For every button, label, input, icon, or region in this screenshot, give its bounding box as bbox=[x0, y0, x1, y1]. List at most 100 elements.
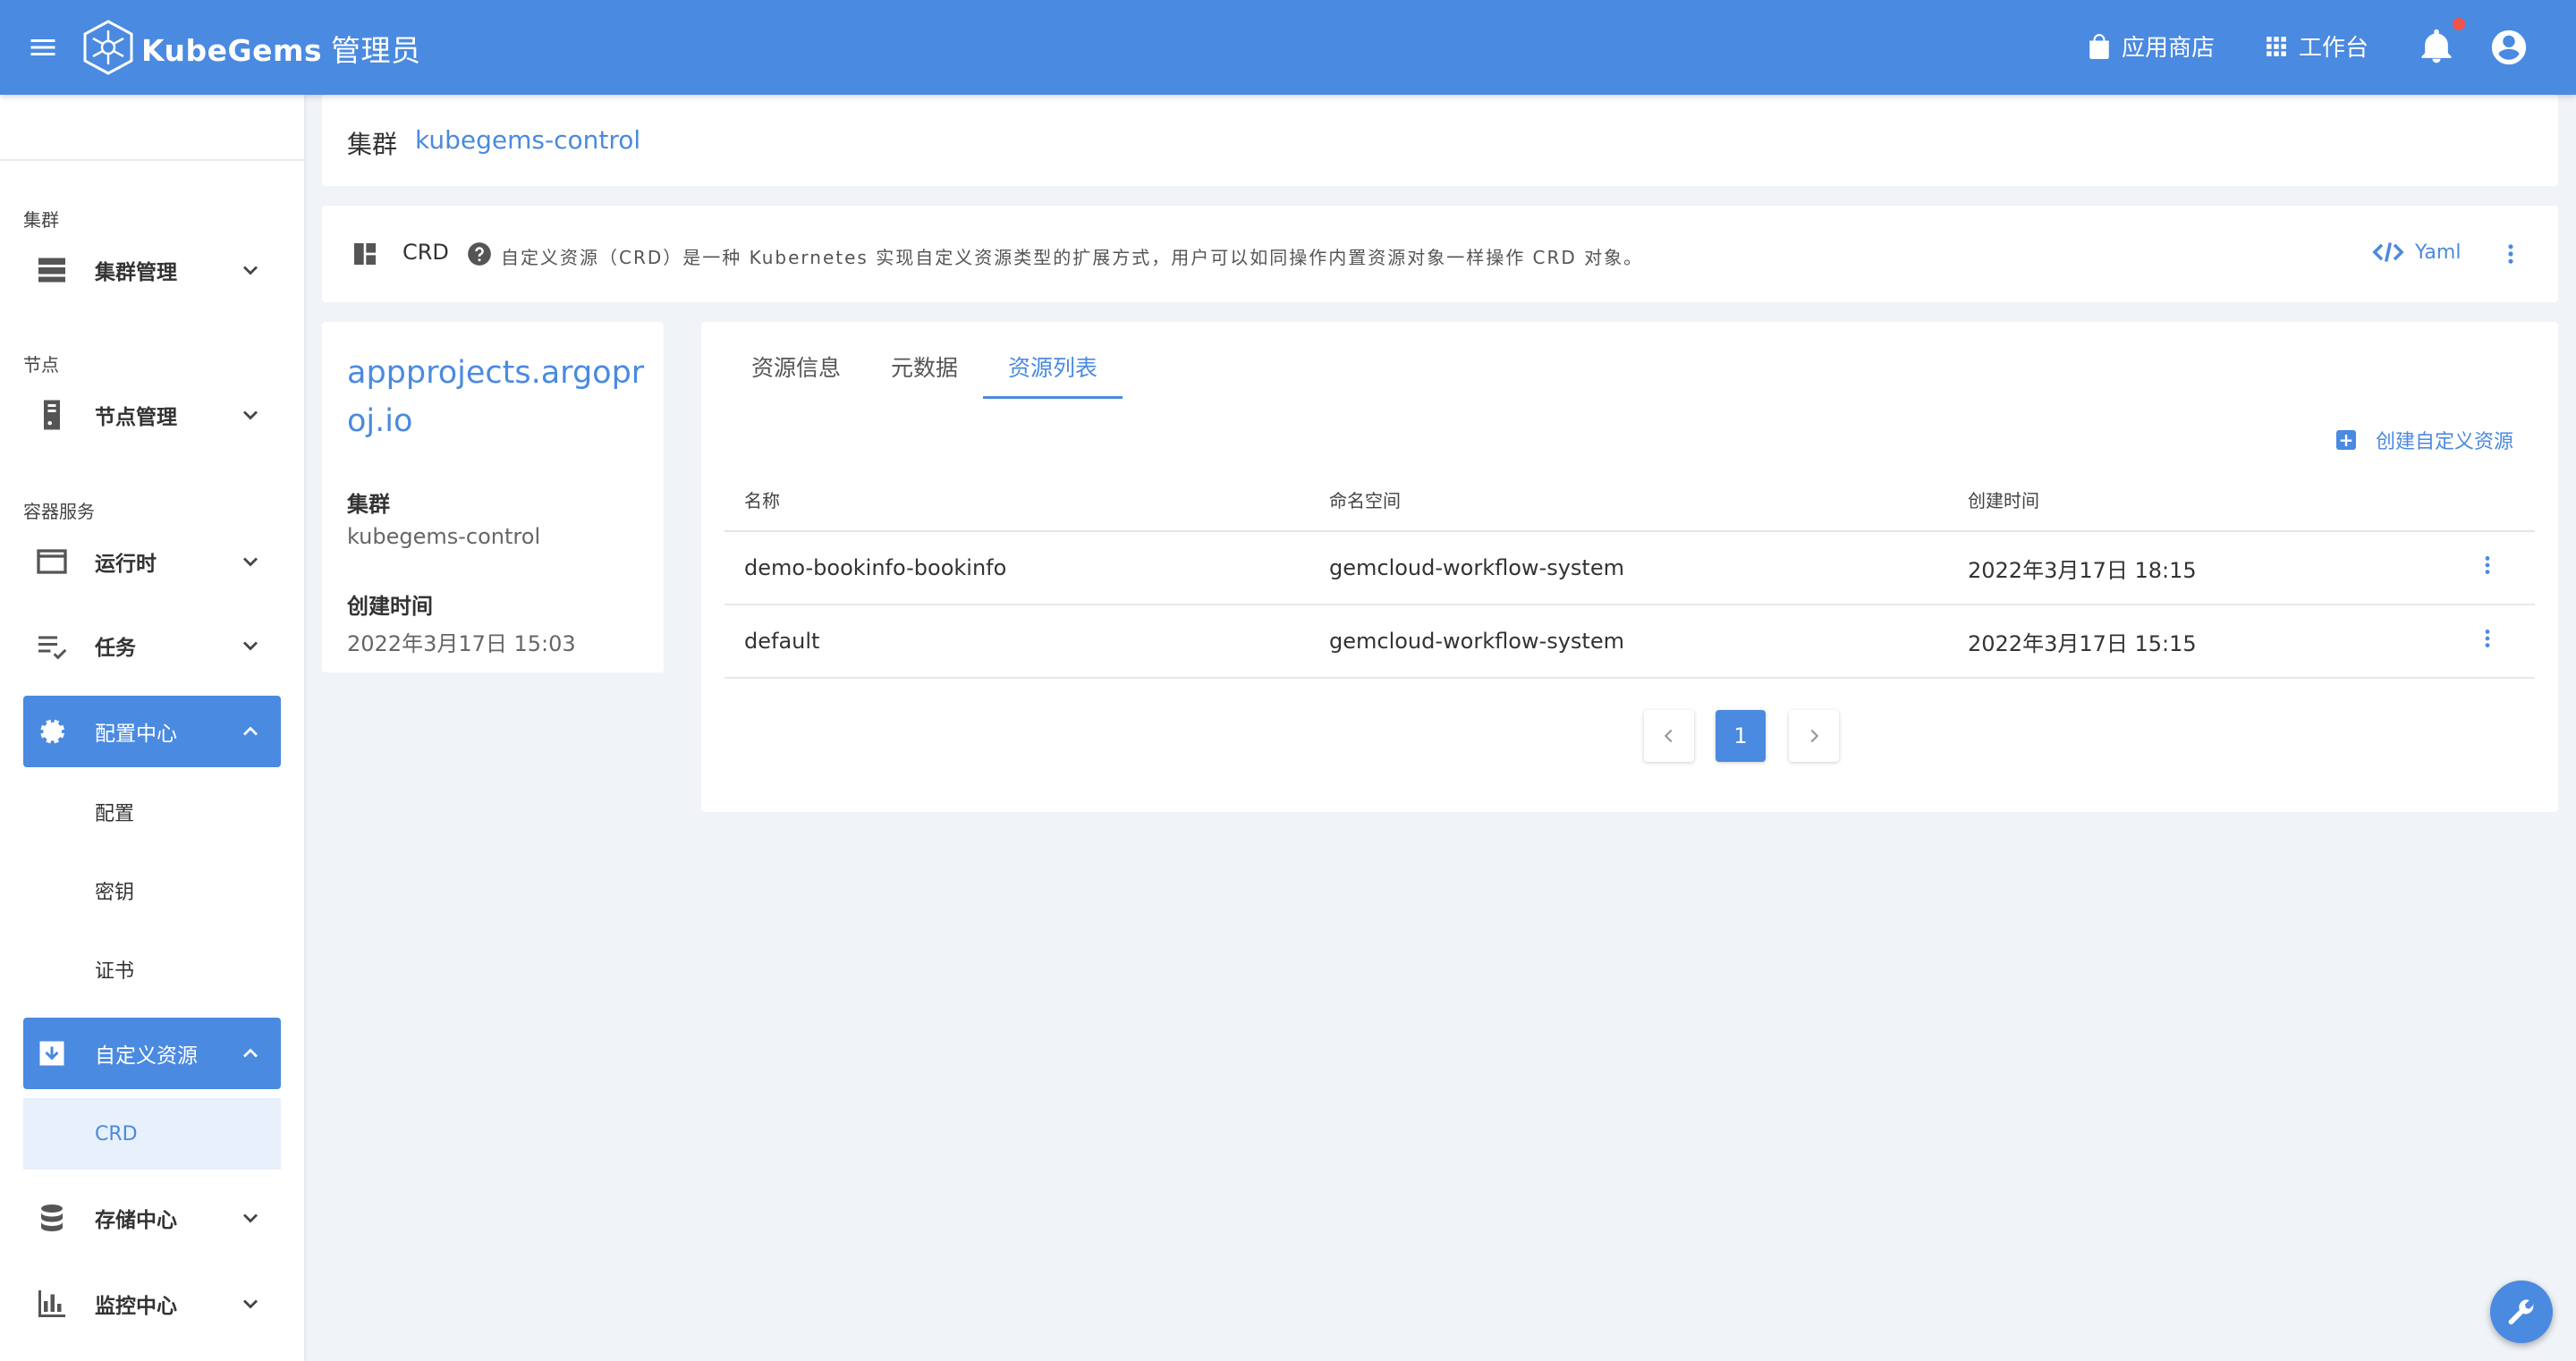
sidebar-subitem-label: CRD bbox=[95, 1122, 138, 1145]
table-row[interactable]: demo-bookinfo-bookinfo gemcloud-workflow… bbox=[724, 531, 2535, 605]
column-header-namespace[interactable]: 命名空间 bbox=[1309, 469, 1948, 532]
sidebar-item-label: 运行时 bbox=[95, 553, 157, 576]
kubegems-logo-icon[interactable] bbox=[82, 20, 134, 75]
more-vertical-icon[interactable] bbox=[2483, 554, 2492, 577]
created-key: 创建时间 bbox=[347, 594, 433, 619]
resource-name: appprojects.argoproj.io bbox=[347, 355, 645, 439]
pagination-next-button[interactable] bbox=[1789, 710, 1839, 762]
server-rack-icon bbox=[38, 258, 65, 283]
cell-name: default bbox=[724, 604, 1309, 679]
shopping-bag-icon bbox=[2089, 33, 2109, 59]
cell-created: 2022年3月17日 15:15 bbox=[1948, 604, 2463, 679]
chevron-up-icon bbox=[243, 1048, 258, 1058]
column-header-created[interactable]: 创建时间 bbox=[1948, 469, 2463, 532]
crd-description: 自定义资源（CRD）是一种 Kubernetes 实现自定义资源类型的扩展方式，… bbox=[501, 247, 1644, 268]
crd-header-bar: CRD 自定义资源（CRD）是一种 Kubernetes 实现自定义资源类型的扩… bbox=[322, 206, 2558, 302]
gear-icon bbox=[40, 719, 65, 744]
chevron-right-icon bbox=[1810, 729, 1819, 743]
sidebar-item-storage-center[interactable]: 存储中心 bbox=[23, 1182, 281, 1254]
crd-title: CRD bbox=[402, 240, 449, 265]
sidebar-cut-item[interactable] bbox=[23, 95, 283, 118]
tab-bar: 资源信息 元数据 资源列表 bbox=[726, 338, 1123, 399]
role-label: 管理员 bbox=[330, 33, 421, 68]
create-custom-resource-button[interactable]: + 创建自定义资源 bbox=[2336, 426, 2513, 454]
resource-info-card: appprojects.argoproj.io 集群 kubegems-cont… bbox=[322, 322, 664, 672]
cell-name: demo-bookinfo-bookinfo bbox=[724, 531, 1309, 605]
column-header-name[interactable]: 名称 bbox=[724, 469, 1309, 532]
chevron-down-icon bbox=[243, 1299, 258, 1309]
chevron-left-icon bbox=[1664, 729, 1673, 743]
tools-fab-button[interactable] bbox=[2490, 1281, 2553, 1343]
more-vertical-icon[interactable] bbox=[2483, 627, 2492, 650]
account-circle-icon[interactable] bbox=[2488, 27, 2529, 68]
sidebar-item-config-center[interactable]: 配置中心 bbox=[23, 696, 281, 767]
app-store-label: 应用商店 bbox=[2122, 35, 2216, 62]
cell-namespace: gemcloud-workflow-system bbox=[1309, 604, 1948, 679]
cluster-selector-icon bbox=[34, 95, 61, 104]
sidebar-subitem-label: 密钥 bbox=[95, 882, 135, 904]
yaml-button[interactable]: Yaml bbox=[2372, 240, 2461, 265]
chevron-down-icon bbox=[243, 410, 258, 420]
apps-grid-icon bbox=[2267, 36, 2286, 56]
cluster-bar: 集群 kubegems-control bbox=[322, 95, 2558, 186]
menu-icon[interactable] bbox=[27, 31, 59, 63]
cluster-label: 集群 bbox=[347, 130, 398, 159]
sidebar-item-monitor-center[interactable]: 监控中心 bbox=[23, 1268, 281, 1340]
sidebar-subitem-cert[interactable]: 证书 bbox=[23, 934, 281, 1005]
workbench-link[interactable]: 工作台 bbox=[2265, 30, 2368, 63]
brand-title: KubeGems 管理员 bbox=[141, 33, 421, 68]
sidebar-item-task[interactable]: 任务 bbox=[23, 610, 281, 681]
chevron-down-icon bbox=[243, 266, 258, 275]
sidebar-subitem-crd[interactable]: CRD bbox=[23, 1098, 281, 1170]
resource-table: 名称 命名空间 创建时间 demo-bookinfo-bookinfo gemc… bbox=[724, 469, 2535, 679]
cell-created: 2022年3月17日 18:15 bbox=[1948, 531, 2463, 605]
cell-namespace: gemcloud-workflow-system bbox=[1309, 531, 1948, 605]
sidebar-item-node-management[interactable]: 节点管理 bbox=[23, 379, 281, 451]
bell-icon[interactable] bbox=[2417, 27, 2456, 66]
chevron-down-icon bbox=[243, 557, 258, 567]
database-icon bbox=[41, 1205, 63, 1231]
sidebar-subitem-label: 配置 bbox=[95, 803, 135, 825]
more-vertical-icon[interactable] bbox=[2504, 241, 2517, 266]
tab-resource-info[interactable]: 资源信息 bbox=[726, 338, 866, 395]
sidebar-item-label: 自定义资源 bbox=[95, 1044, 198, 1068]
table-header-row: 名称 命名空间 创建时间 bbox=[724, 469, 2535, 532]
table-row[interactable]: default gemcloud-workflow-system 2022年3月… bbox=[724, 604, 2535, 679]
tab-resource-list[interactable]: 资源列表 bbox=[983, 338, 1123, 399]
cluster-value: kubegems-control bbox=[347, 524, 541, 549]
cell-actions bbox=[2463, 604, 2535, 679]
sidebar-subitem-config[interactable]: 配置 bbox=[23, 776, 281, 848]
column-header-actions bbox=[2463, 469, 2535, 532]
sidebar-divider bbox=[0, 159, 304, 161]
cluster-name-link[interactable]: kubegems-control bbox=[415, 125, 640, 155]
workbench-label: 工作台 bbox=[2299, 35, 2369, 62]
app-bar: KubeGems 管理员 应用商店 工作台 bbox=[0, 0, 2576, 95]
node-server-icon bbox=[44, 400, 60, 430]
sidebar-item-label: 节点管理 bbox=[95, 406, 177, 429]
plus-box-icon: + bbox=[2336, 430, 2356, 450]
created-value: 2022年3月17日 15:03 bbox=[347, 631, 576, 656]
download-box-icon bbox=[39, 1041, 64, 1066]
sidebar-item-label: 集群管理 bbox=[95, 261, 177, 284]
sidebar-item-custom-resource[interactable]: 自定义资源 bbox=[23, 1018, 281, 1089]
section-label-cluster: 集群 bbox=[23, 209, 59, 231]
cell-actions bbox=[2463, 531, 2535, 605]
section-label-node: 节点 bbox=[23, 354, 59, 376]
bar-chart-icon bbox=[38, 1290, 65, 1317]
help-circle-icon[interactable] bbox=[467, 241, 492, 266]
view-dashboard-icon bbox=[354, 243, 376, 265]
code-tags-icon bbox=[2372, 242, 2404, 262]
app-store-link[interactable]: 应用商店 bbox=[2088, 30, 2215, 63]
pagination-page-button[interactable]: 1 bbox=[1716, 710, 1766, 762]
sidebar-item-runtime[interactable]: 运行时 bbox=[23, 526, 281, 597]
sidebar-item-label: 存储中心 bbox=[95, 1209, 177, 1232]
cluster-key: 集群 bbox=[347, 492, 390, 517]
tab-metadata[interactable]: 元数据 bbox=[866, 338, 983, 395]
sidebar-item-cluster-management[interactable]: 集群管理 bbox=[23, 234, 281, 306]
section-label-container-service: 容器服务 bbox=[23, 501, 95, 522]
resource-main-card: 资源信息 元数据 资源列表 + 创建自定义资源 名称 命名空间 创建时间 dem… bbox=[701, 322, 2558, 812]
playlist-check-icon bbox=[38, 636, 67, 660]
sidebar-subitem-secret[interactable]: 密钥 bbox=[23, 855, 281, 926]
pagination-prev-button[interactable] bbox=[1644, 710, 1694, 762]
notification-badge bbox=[2453, 18, 2465, 30]
